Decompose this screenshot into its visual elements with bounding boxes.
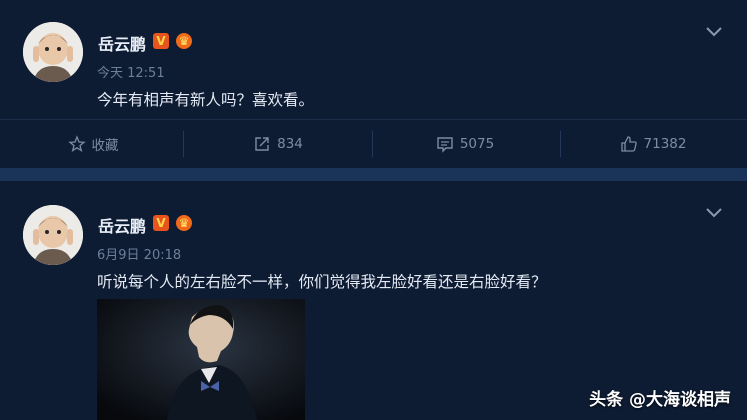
- chevron-down-icon[interactable]: [705, 25, 723, 37]
- comment-count: 5075: [459, 136, 495, 152]
- verified-badge: V: [153, 215, 169, 231]
- favorite-button[interactable]: 收藏: [0, 120, 186, 168]
- post-image[interactable]: [97, 299, 305, 420]
- like-button[interactable]: 71382: [560, 120, 746, 168]
- chevron-down-icon[interactable]: [705, 206, 723, 218]
- verified-badge: V: [153, 33, 169, 49]
- crown-icon: ♛: [176, 215, 192, 231]
- repost-button[interactable]: 834: [185, 120, 371, 168]
- share-icon: [255, 137, 269, 151]
- weibo-post: 岳云鹏 V ♛ 今天 12:51 今年有相声有新人吗？喜欢看。 收藏 834 5…: [0, 0, 747, 168]
- post-separator: [0, 168, 747, 181]
- action-bar: 收藏 834 5075 71382: [0, 119, 747, 168]
- divider: [183, 131, 184, 157]
- comment-button[interactable]: 5075: [372, 120, 558, 168]
- post-text: 听说每个人的左右脸不一样，你们觉得我左脸好看还是右脸好看？: [97, 273, 547, 291]
- repost-count: 834: [277, 136, 303, 152]
- avatar[interactable]: [23, 205, 83, 265]
- post-time: 今天 12:51: [97, 66, 165, 81]
- avatar[interactable]: [23, 22, 83, 82]
- star-icon: [67, 135, 86, 153]
- watermark: 头条 @大海谈相声: [589, 390, 731, 410]
- author-name[interactable]: 岳云鹏: [98, 31, 146, 55]
- favorite-label: 收藏: [91, 138, 119, 154]
- comment-icon: [437, 137, 453, 153]
- like-count: 71382: [643, 136, 687, 152]
- post-text: 今年有相声有新人吗？喜欢看。: [97, 91, 315, 109]
- crown-icon: ♛: [176, 33, 192, 49]
- post-time: 6月9日 20:18: [97, 248, 182, 263]
- thumbs-up-icon: [620, 136, 637, 152]
- author-name[interactable]: 岳云鹏: [98, 213, 146, 237]
